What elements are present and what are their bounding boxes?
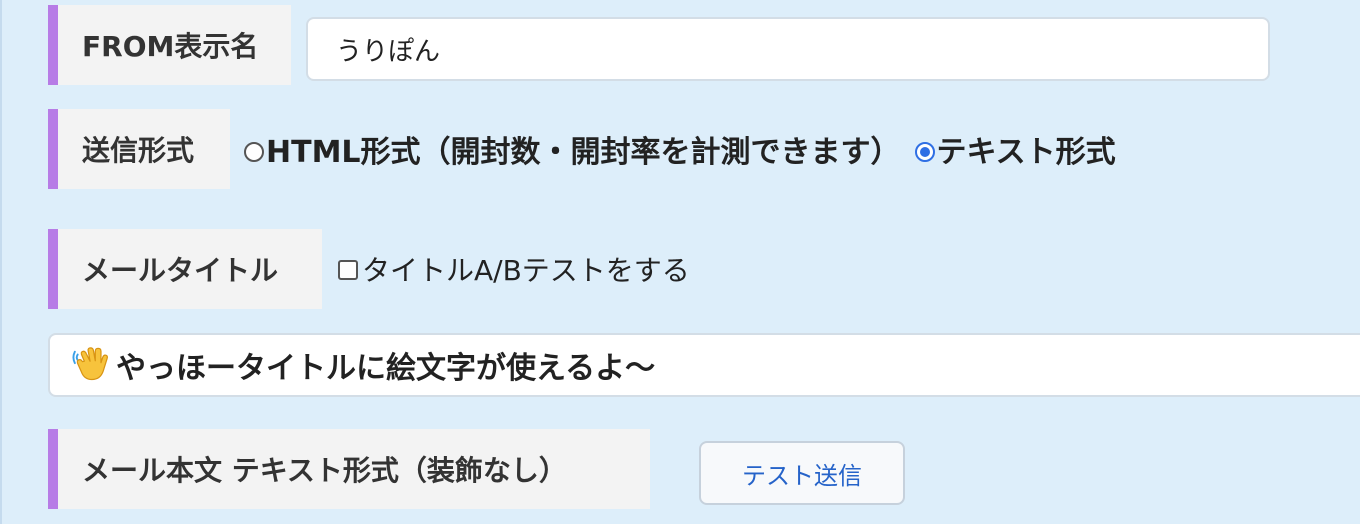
send-format-text-radio[interactable] <box>914 142 935 162</box>
mail-title-value: やっほータイトルに絵文字が使えるよ〜 <box>116 351 656 386</box>
from-display-name-label: FROM表示名 <box>48 5 291 85</box>
mail-title-label: メールタイトル <box>48 229 322 309</box>
title-ab-test-option[interactable]: タイトルA/Bテストをする <box>338 249 690 289</box>
from-display-name-label-text: FROM表示名 <box>82 30 259 63</box>
send-format-text-option[interactable]: テキスト形式 <box>914 127 1116 171</box>
mail-title-label-text: メールタイトル <box>82 254 279 287</box>
test-send-button-label: テスト送信 <box>742 461 862 490</box>
mail-settings-panel: FROM表示名 うりぽん 送信形式 HTML形式（開封数・開封率を計測できます）… <box>0 0 1360 524</box>
mail-body-label-text: メール本文 テキスト形式（装飾なし） <box>82 454 567 487</box>
from-display-name-value: うりぽん <box>336 36 441 67</box>
from-display-name-input[interactable]: うりぽん <box>306 17 1270 81</box>
send-format-label-text: 送信形式 <box>82 134 195 167</box>
send-format-text-label: テキスト形式 <box>936 135 1116 170</box>
title-ab-test-checkbox[interactable] <box>338 260 358 280</box>
send-format-label: 送信形式 <box>48 109 230 189</box>
title-ab-test-label: タイトルA/Bテストをする <box>362 254 690 287</box>
send-format-html-option[interactable]: HTML形式（開封数・開封率を計測できます） <box>244 127 901 171</box>
send-format-html-label: HTML形式（開封数・開封率を計測できます） <box>266 135 901 170</box>
mail-title-input[interactable]: やっほータイトルに絵文字が使えるよ〜 <box>48 333 1360 397</box>
waving-hand-icon <box>72 347 108 381</box>
send-format-radio-group: HTML形式（開封数・開封率を計測できます） テキスト形式 <box>244 127 1116 171</box>
test-send-button[interactable]: テスト送信 <box>699 441 905 505</box>
mail-body-label: メール本文 テキスト形式（装飾なし） <box>48 429 650 509</box>
send-format-html-radio[interactable] <box>244 142 264 162</box>
